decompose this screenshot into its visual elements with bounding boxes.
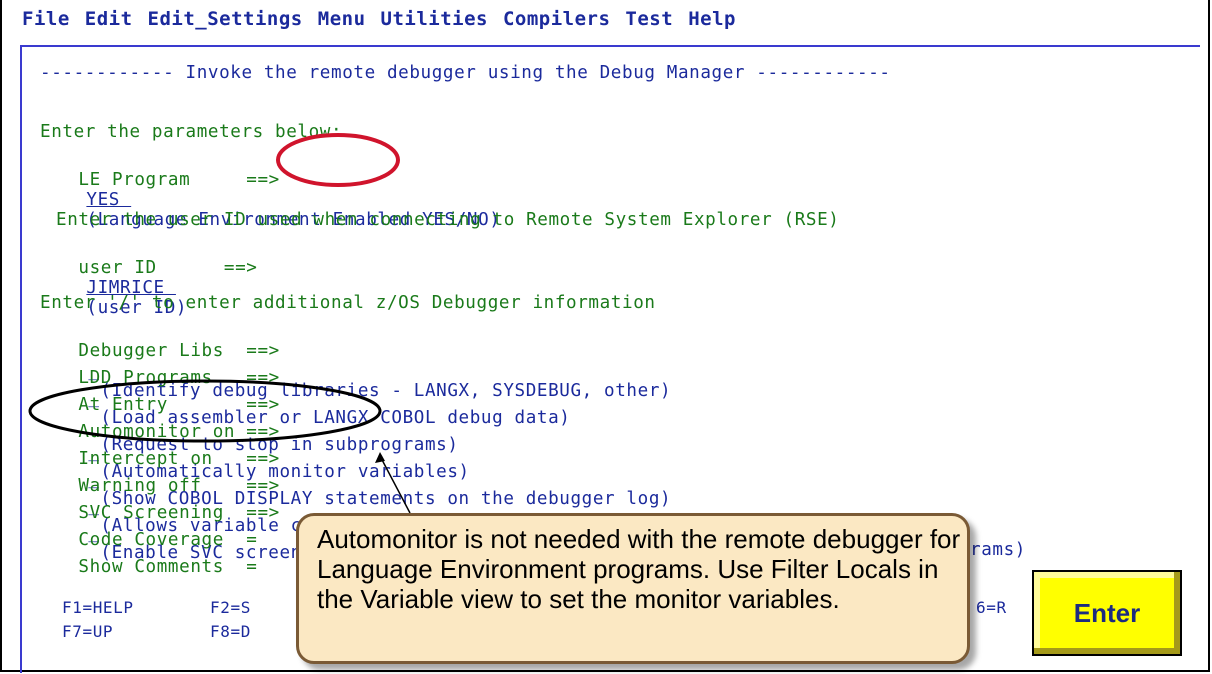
fkey-f8[interactable]: F8=D xyxy=(210,622,251,641)
option-label: Show Comments = xyxy=(78,557,258,577)
menu-menu[interactable]: Menu xyxy=(318,8,366,36)
enter-button[interactable]: Enter xyxy=(1032,570,1182,656)
option-row-show-comments: Show Comments = xyxy=(56,537,257,577)
show-comments-hint-fragment: rams) xyxy=(970,540,1026,560)
panel-title: ------------ Invoke the remote debugger … xyxy=(40,63,891,83)
le-program-label: LE Program ==> xyxy=(78,170,280,190)
userid-heading: Enter the user ID used when connecting t… xyxy=(56,210,840,230)
fkey-f7-up[interactable]: F7=UP xyxy=(62,622,113,641)
enter-button-label: Enter xyxy=(1073,597,1141,628)
menu-utilities[interactable]: Utilities xyxy=(381,8,488,36)
menu-test[interactable]: Test xyxy=(625,8,673,36)
menu-edit-settings[interactable]: Edit_Settings xyxy=(148,8,303,36)
user-id-label: user ID ==> xyxy=(78,258,258,278)
callout-text: Automonitor is not needed with the remot… xyxy=(317,524,968,614)
menu-bar: File Edit Edit_Settings Menu Utilities C… xyxy=(22,8,751,36)
menu-edit[interactable]: Edit xyxy=(85,8,133,36)
tip-callout: Automonitor is not needed with the remot… xyxy=(296,513,970,664)
options-heading: Enter '/' to enter additional z/OS Debug… xyxy=(40,293,656,313)
le-program-field[interactable]: YES xyxy=(86,190,131,210)
fkey-f2[interactable]: F2=S xyxy=(210,598,251,617)
fkey-f1-help[interactable]: F1=HELP xyxy=(62,598,134,617)
menu-help[interactable]: Help xyxy=(688,8,736,36)
menu-compilers[interactable]: Compilers xyxy=(503,8,610,36)
params-heading: Enter the parameters below: xyxy=(40,122,343,142)
menu-file[interactable]: File xyxy=(22,8,70,36)
fkey-f6[interactable]: 6=R xyxy=(976,598,1007,617)
